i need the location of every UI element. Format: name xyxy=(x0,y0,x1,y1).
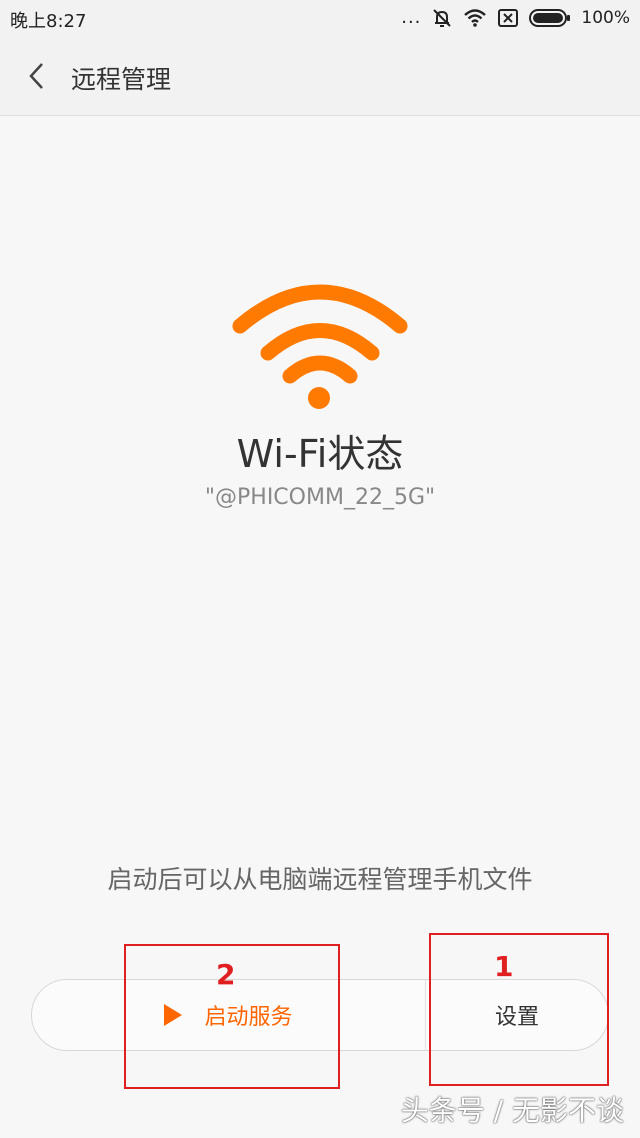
wifi-ssid: "@PHICOMM_22_5G" xyxy=(204,485,436,510)
annotation-number-2: 2 xyxy=(216,958,236,991)
watermark: 头条号 / 无影不谈 xyxy=(400,1094,624,1127)
hint-text: 启动后可以从电脑端远程管理手机文件 xyxy=(107,865,533,894)
wifi-status-icon xyxy=(232,284,408,409)
annotation-number-1: 1 xyxy=(494,950,514,983)
chevron-left-icon xyxy=(29,63,43,89)
screen: 晚上8:27 ... 100% 远程管理 Wi-Fi状态 "@PHICOMM_2… xyxy=(0,0,640,1138)
wifi-status-title: Wi-Fi状态 xyxy=(236,432,404,476)
more-notifications-icon: ... xyxy=(401,7,422,28)
battery-percent: 100% xyxy=(581,8,630,28)
annotation-box-settings xyxy=(429,933,609,1086)
status-time: 晚上8:27 xyxy=(10,11,87,32)
alarm-off-icon xyxy=(433,9,452,27)
title-bar: 远程管理 xyxy=(0,36,640,116)
status-bar: 晚上8:27 ... 100% xyxy=(0,0,640,36)
wifi-signal-icon xyxy=(464,9,487,27)
back-button[interactable] xyxy=(16,54,56,98)
battery-icon xyxy=(529,9,571,27)
status-icons: ... 100% xyxy=(401,6,630,30)
no-sim-icon xyxy=(498,9,519,27)
page-title: 远程管理 xyxy=(71,65,172,94)
